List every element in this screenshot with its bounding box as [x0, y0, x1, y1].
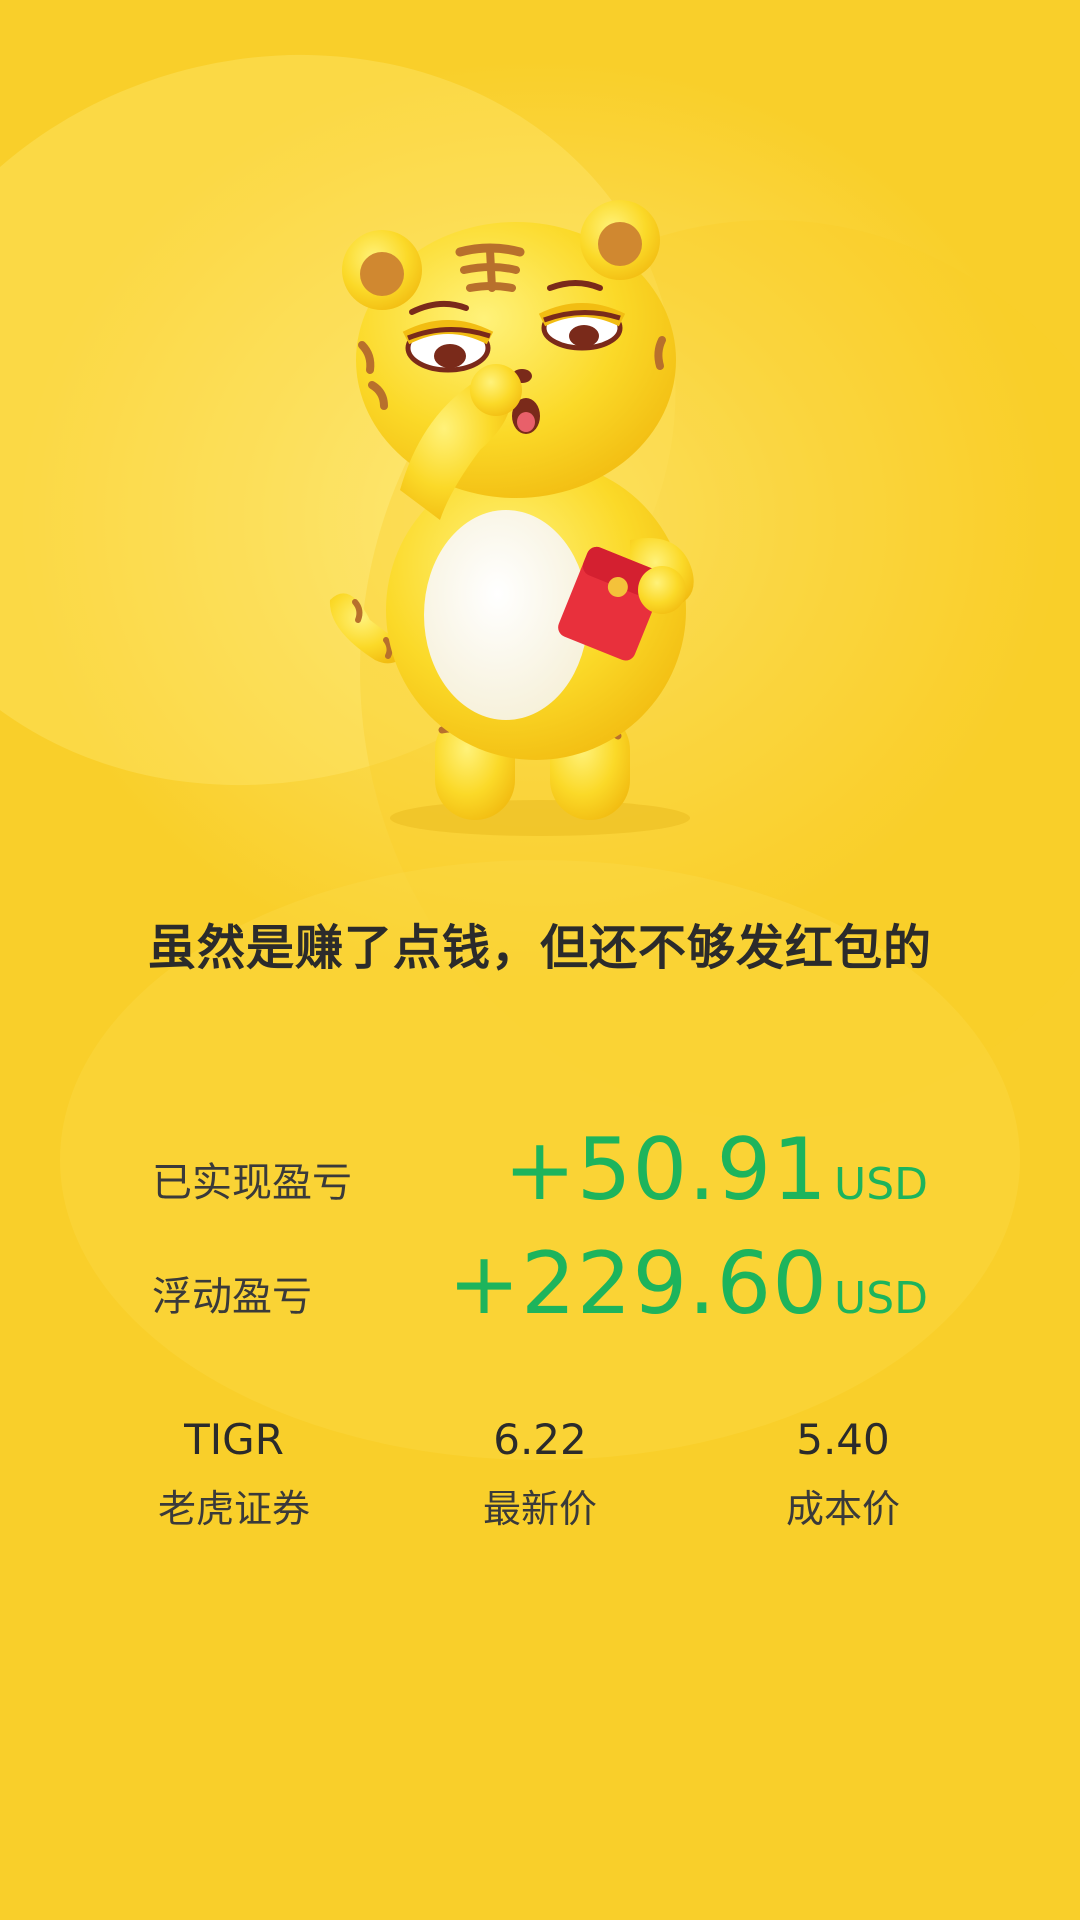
realized-pnl-label: 已实现盈亏: [152, 1160, 352, 1206]
floating-pnl-label: 浮动盈亏: [152, 1274, 312, 1320]
stock-name: 老虎证券: [157, 1487, 310, 1531]
tiger-mascot-icon: [329, 200, 694, 836]
floating-pnl-unit: USD: [833, 1273, 928, 1324]
stock-symbol-column: TIGR 老虎证券: [84, 1410, 384, 1534]
cost-price-value: 5.40: [796, 1415, 890, 1464]
stock-symbol: TIGR: [184, 1415, 284, 1464]
share-card: 虽然是赚了点钱，但还不够发红包的 已实现盈亏 +50.91 USD 浮动盈亏 +…: [0, 0, 1080, 1920]
realized-pnl-amount: +50.91: [503, 1120, 828, 1220]
latest-price-label: 最新价: [482, 1487, 597, 1531]
floating-pnl-row: 浮动盈亏 +229.60 USD: [0, 1234, 1080, 1334]
latest-price-value: 6.22: [493, 1415, 587, 1464]
realized-pnl-unit: USD: [833, 1159, 928, 1210]
floating-pnl-amount: +229.60: [448, 1234, 828, 1334]
latest-price-column: 6.22 最新价: [390, 1410, 690, 1534]
cost-price-column: 5.40 成本价: [693, 1410, 993, 1534]
floating-pnl-value: +229.60 USD: [448, 1234, 928, 1334]
stock-info: TIGR 老虎证券 6.22 最新价 5.40 成本价: [0, 1410, 1080, 1550]
realized-pnl-value: +50.91 USD: [504, 1120, 928, 1220]
realized-pnl-row: 已实现盈亏 +50.91 USD: [0, 1120, 1080, 1220]
headline-text: 虽然是赚了点钱，但还不够发红包的: [147, 920, 932, 976]
cost-price-label: 成本价: [785, 1487, 900, 1531]
